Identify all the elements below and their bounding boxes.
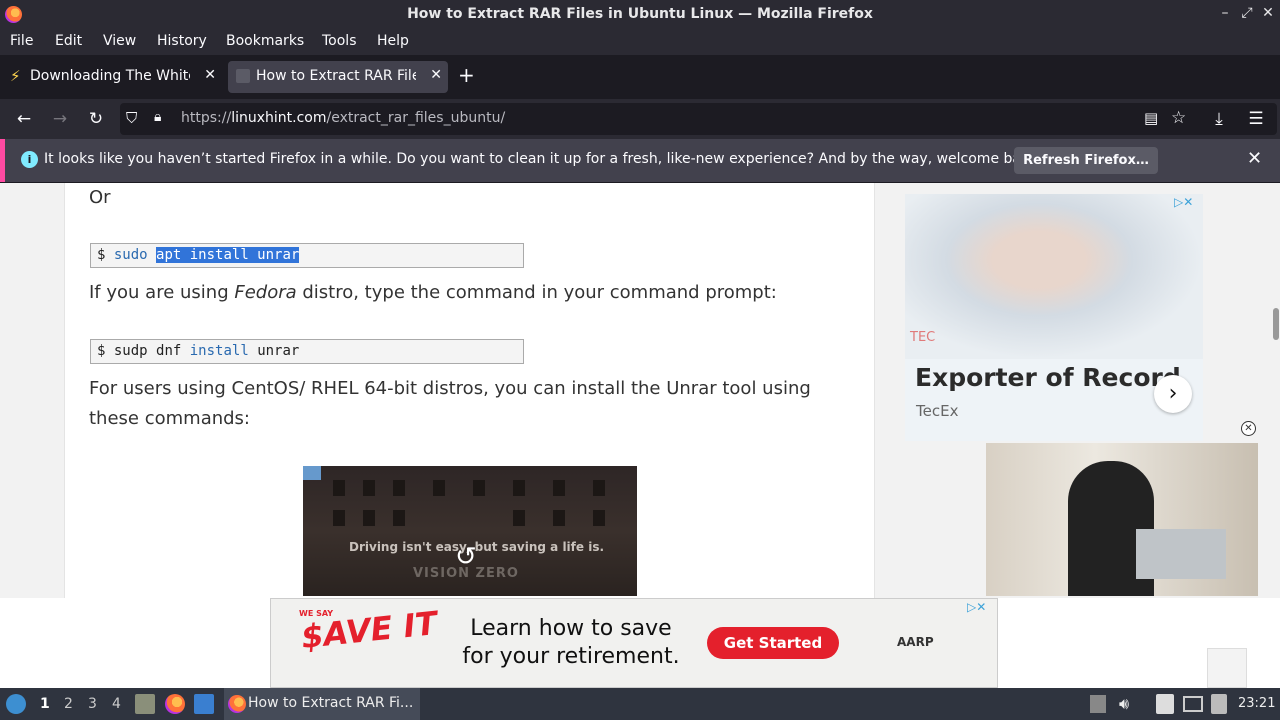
- url-path: /extract_rar_files_ubuntu/: [326, 110, 506, 126]
- paragraph-or: Or: [89, 187, 111, 208]
- ad-sponsor: AARP: [897, 635, 934, 649]
- minimize-icon[interactable]: –: [1216, 5, 1234, 21]
- url-text[interactable]: https://linuxhint.com/extract_rar_files_…: [181, 110, 505, 126]
- workspace-1[interactable]: 1: [40, 696, 50, 712]
- adchoices-icon[interactable]: ▷✕: [1174, 195, 1193, 209]
- shield-icon[interactable]: ⛉: [126, 109, 137, 127]
- text-fragment: If you are using: [89, 282, 235, 303]
- menu-file[interactable]: File: [10, 33, 33, 49]
- workspace-3[interactable]: 3: [88, 696, 97, 712]
- reload-icon[interactable]: ↻: [84, 107, 108, 131]
- workspace-2[interactable]: 2: [64, 696, 73, 712]
- menu-help[interactable]: Help: [377, 33, 409, 49]
- refresh-firefox-button[interactable]: Refresh Firefox…: [1014, 147, 1158, 174]
- ad-headline: Learn how to save for your retirement.: [462, 616, 680, 669]
- back-icon[interactable]: ←: [12, 107, 36, 131]
- paragraph-centos: For users using CentOS/ RHEL 64-bit dist…: [89, 378, 811, 429]
- code-prompt: $: [97, 343, 106, 359]
- navigation-toolbar: ← → ↻ ⛉ 🔒︎ https://linuxhint.com/extract…: [0, 99, 1280, 139]
- code-block-fedora[interactable]: $ sudp dnf install unrar: [90, 339, 524, 364]
- display-icon[interactable]: [1183, 696, 1203, 712]
- close-video-icon[interactable]: ✕: [1241, 421, 1256, 436]
- lock-icon[interactable]: 🔒︎: [154, 109, 161, 125]
- url-domain: linuxhint.com: [231, 110, 327, 126]
- menu-tools[interactable]: Tools: [322, 33, 357, 49]
- eject-icon[interactable]: [1090, 695, 1106, 713]
- menu-history[interactable]: History: [157, 33, 207, 49]
- menu-bar: File Edit View History Bookmarks Tools H…: [0, 29, 1280, 55]
- url-scheme: https://: [181, 110, 232, 126]
- lightning-icon: ⚡: [10, 67, 21, 85]
- code-keyword: install: [189, 343, 249, 359]
- menu-edit[interactable]: Edit: [55, 33, 82, 49]
- code-block-ubuntu[interactable]: $ sudo apt install unrar: [90, 243, 524, 268]
- file-manager-icon[interactable]: [135, 694, 155, 714]
- tab-label: Downloading The White H: [30, 68, 190, 84]
- notification-message: It looks like you haven’t started Firefo…: [44, 151, 1043, 167]
- info-icon: i: [21, 151, 38, 168]
- maximize-icon[interactable]: ⤢: [1238, 5, 1256, 21]
- desktop-icon[interactable]: [194, 694, 214, 714]
- code-prompt: $: [97, 247, 106, 263]
- page-content: Or $ sudo apt install unrar If you are u…: [0, 183, 1280, 688]
- sticky-video-ad[interactable]: [986, 443, 1258, 596]
- tab-bar: ⚡ Downloading The White H ✕ How to Extra…: [0, 55, 1280, 99]
- bookmark-star-icon[interactable]: ☆: [1171, 108, 1186, 128]
- close-tab-icon[interactable]: ✕: [430, 67, 442, 83]
- chevron-right-icon[interactable]: ›: [1154, 375, 1192, 413]
- tab-extract-rar[interactable]: How to Extract RAR Files ✕: [228, 61, 448, 93]
- bottom-banner-ad[interactable]: WE SAY $AVE IT Learn how to save for you…: [270, 598, 998, 688]
- scroll-to-top-button[interactable]: [1207, 648, 1247, 688]
- firefox-launcher-icon[interactable]: [165, 694, 185, 714]
- clipboard-icon[interactable]: [1156, 694, 1174, 714]
- window-titlebar: How to Extract RAR Files in Ubuntu Linux…: [0, 0, 1280, 29]
- ad-headline: Exporter of Record: [915, 363, 1181, 392]
- window-title: How to Extract RAR Files in Ubuntu Linux…: [407, 6, 873, 22]
- menu-bookmarks[interactable]: Bookmarks: [226, 33, 304, 49]
- tab-downloading[interactable]: ⚡ Downloading The White H ✕: [2, 61, 222, 93]
- firefox-icon: [228, 695, 246, 713]
- paragraph-fedora: If you are using Fedora distro, type the…: [89, 278, 777, 308]
- ad-badge-icon: [303, 466, 321, 480]
- code-argument: unrar: [257, 343, 300, 359]
- new-tab-icon[interactable]: +: [458, 63, 475, 87]
- text-fragment: distro, type the command in your command…: [296, 282, 777, 303]
- close-tab-icon[interactable]: ✕: [204, 67, 216, 83]
- downloads-icon[interactable]: ⤓: [1207, 107, 1231, 131]
- side-ad[interactable]: TEC ▷✕ Exporter of Record TecEx ›: [905, 194, 1203, 441]
- code-command: sudo: [113, 247, 148, 263]
- taskbar-window-firefox[interactable]: How to Extract RAR Fi...: [224, 688, 420, 720]
- code-selected-text: apt install unrar: [156, 247, 300, 263]
- video-ad[interactable]: Driving isn't easy, but saving a life is…: [303, 466, 637, 596]
- hamburger-menu-icon[interactable]: ☰: [1244, 107, 1268, 131]
- notification-bar: i It looks like you haven’t started Fire…: [0, 139, 1280, 182]
- clock: 23:21: [1238, 696, 1276, 711]
- taskbar: 1 2 3 4 How to Extract RAR Fi... 🔊︎ 23:2…: [0, 688, 1280, 720]
- ad-logo: TEC: [910, 330, 936, 345]
- text-emphasis: Fedora: [234, 282, 297, 303]
- workspace-4[interactable]: 4: [112, 696, 121, 712]
- replay-icon[interactable]: ↺: [455, 542, 477, 572]
- reader-view-icon[interactable]: ▤: [1144, 109, 1158, 127]
- scrollbar-thumb[interactable]: [1273, 308, 1279, 340]
- update-notifier-icon[interactable]: [1211, 694, 1227, 714]
- get-started-button[interactable]: Get Started: [707, 627, 839, 659]
- menu-view[interactable]: View: [103, 33, 136, 49]
- start-menu-icon[interactable]: [6, 694, 26, 714]
- ad-image: [905, 194, 1203, 359]
- ad-brand: TecEx: [916, 402, 959, 420]
- taskbar-window-label: How to Extract RAR Fi...: [248, 695, 414, 711]
- close-notification-icon[interactable]: ✕: [1247, 148, 1262, 169]
- video-laptop-image: [1136, 529, 1226, 579]
- tab-label: How to Extract RAR Files: [256, 68, 416, 84]
- close-window-icon[interactable]: ✕: [1259, 5, 1277, 21]
- code-command: sudp dnf: [113, 343, 182, 359]
- site-favicon-icon: [236, 69, 250, 83]
- adchoices-icon[interactable]: ▷✕: [967, 600, 986, 614]
- forward-icon[interactable]: →: [48, 107, 72, 131]
- url-bar[interactable]: ⛉ 🔒︎ https://linuxhint.com/extract_rar_f…: [120, 103, 1277, 135]
- volume-icon[interactable]: 🔊︎: [1119, 694, 1129, 714]
